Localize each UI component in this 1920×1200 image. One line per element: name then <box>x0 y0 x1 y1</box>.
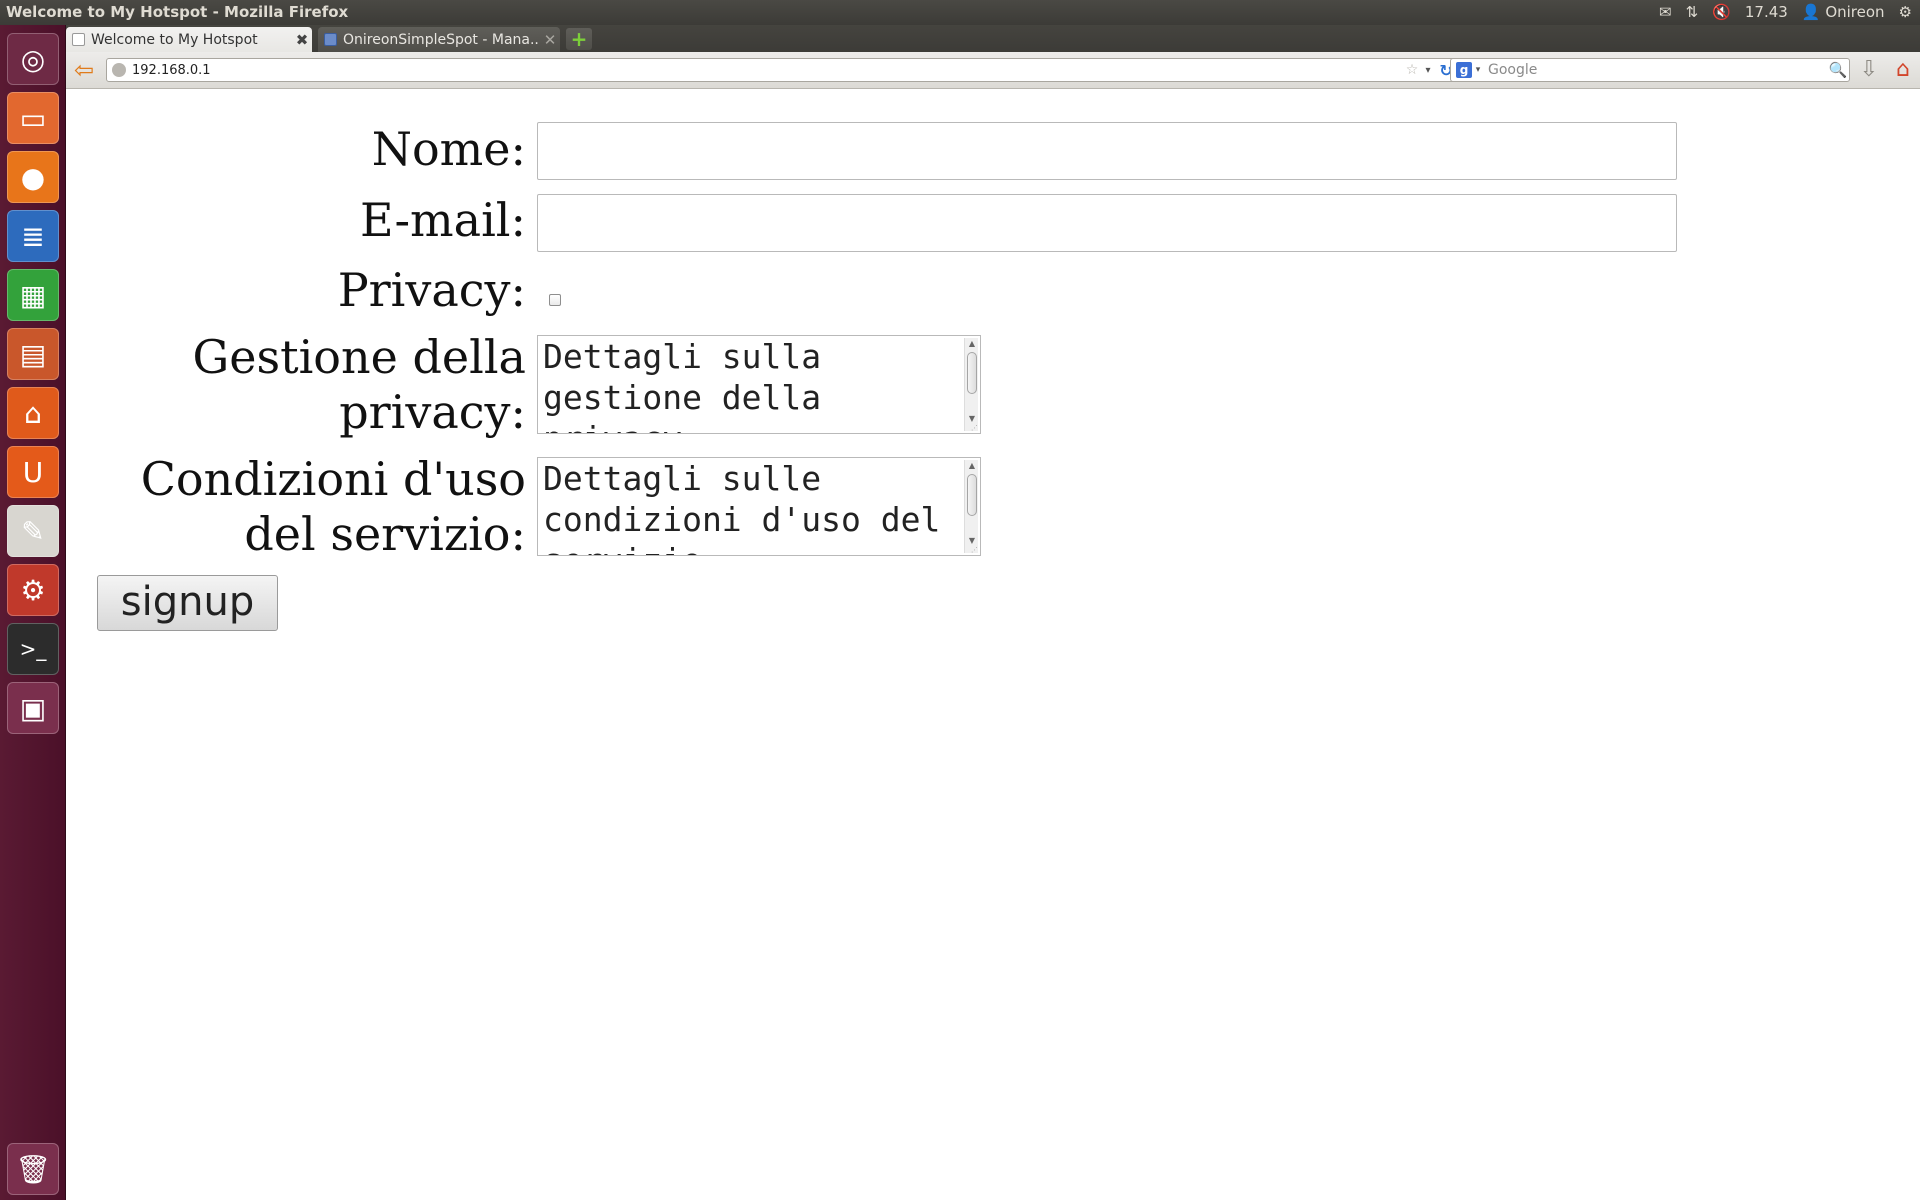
firefox-glyph: ● <box>20 160 46 194</box>
privacy-management-label-line2: privacy: <box>339 385 526 439</box>
terms-label-line2: del servizio: <box>244 507 526 561</box>
scrollbar-thumb[interactable] <box>967 352 977 394</box>
terminal-glyph: >_ <box>19 637 47 661</box>
back-arrow-icon[interactable]: ⇦ <box>70 58 98 84</box>
ubuntu-one-glyph: U <box>22 455 44 489</box>
privacy-management-scrollbar[interactable]: ▲ ▼ <box>964 338 978 431</box>
new-tab-button[interactable]: + <box>566 28 592 50</box>
terms-textarea[interactable]: Dettagli sulle condizioni d'uso del serv… <box>537 457 981 556</box>
search-input[interactable]: Google <box>1484 62 1827 78</box>
software-center-icon[interactable]: ⌂ <box>7 387 59 439</box>
sourceforge-favicon-icon <box>324 33 337 46</box>
dash-home-glyph: ◎ <box>20 42 46 76</box>
terms-scrollbar[interactable]: ▲ ▼ <box>964 460 978 553</box>
launcher: ◎ ▭ ● ≣ ▦ ▤ ⌂ U ✎ ⚙ >_ ▣ 🗑 <box>0 25 66 1200</box>
ubuntu-one-icon[interactable]: U <box>7 446 59 498</box>
privacy-checkbox[interactable] <box>549 294 561 306</box>
network-icon[interactable]: ⇅ <box>1686 3 1699 21</box>
url-text[interactable]: 192.168.0.1 <box>132 63 1403 78</box>
files-icon[interactable]: ▭ <box>7 92 59 144</box>
session-gear-icon[interactable]: ⚙ <box>1899 3 1912 21</box>
libreoffice-writer-icon[interactable]: ≣ <box>7 210 59 262</box>
close-tab-icon[interactable]: ✖ <box>292 31 312 49</box>
downloads-icon[interactable]: ⇩ <box>1856 58 1882 84</box>
email-label: E-mail: <box>360 193 526 247</box>
name-label: Nome: <box>371 122 526 176</box>
user-menu[interactable]: 👤 Onireon <box>1802 3 1885 21</box>
window-title: Welcome to My Hotspot - Mozilla Firefox <box>6 3 349 21</box>
privacy-management-label: Gestione della privacy: <box>106 330 526 440</box>
workspace-switcher-icon[interactable]: ▣ <box>7 682 59 734</box>
tab-strip: Welcome to My Hotspot ✖ OnireonSimpleSpo… <box>66 25 1920 52</box>
mail-icon[interactable]: ✉ <box>1659 3 1672 21</box>
text-editor-icon[interactable]: ✎ <box>7 505 59 557</box>
resize-grip-icon[interactable]: ⋰ <box>971 546 979 554</box>
tab-onireon-simplespot[interactable]: OnireonSimpleSpot - Mana... ✕ <box>318 27 560 52</box>
text-editor-glyph: ✎ <box>21 514 45 548</box>
home-icon[interactable]: ⌂ <box>1890 58 1916 84</box>
terms-text: Dettagli sulle condizioni d'uso del serv… <box>543 459 941 555</box>
user-icon: 👤 <box>1801 3 1821 21</box>
terminal-icon[interactable]: >_ <box>7 623 59 675</box>
close-tab-icon[interactable]: ✕ <box>540 31 560 49</box>
dash-home-icon[interactable]: ◎ <box>7 33 59 85</box>
resize-grip-icon[interactable]: ⋰ <box>971 424 979 432</box>
engine-dropdown-icon[interactable]: ▾ <box>1472 65 1484 75</box>
libreoffice-impress-glyph: ▤ <box>19 337 47 371</box>
tab-welcome-hotspot[interactable]: Welcome to My Hotspot ✖ <box>66 27 312 52</box>
history-dropdown-icon[interactable]: ▾ <box>1421 65 1435 76</box>
firefox-icon[interactable]: ● <box>7 151 59 203</box>
trash-icon[interactable]: 🗑 <box>7 1143 59 1195</box>
tab-label: Welcome to My Hotspot <box>91 31 258 48</box>
google-engine-icon[interactable]: g <box>1456 62 1472 78</box>
user-name: Onireon <box>1825 3 1885 21</box>
url-bar[interactable]: 192.168.0.1 ☆ ▾ ↻ <box>106 58 1458 82</box>
system-settings-icon[interactable]: ⚙ <box>7 564 59 616</box>
files-glyph: ▭ <box>19 101 47 135</box>
privacy-management-text: Dettagli sulla gestione della privacy <box>543 337 822 433</box>
scroll-up-icon[interactable]: ▲ <box>965 460 979 472</box>
privacy-management-label-line1: Gestione della <box>192 330 526 384</box>
system-settings-glyph: ⚙ <box>20 573 46 607</box>
terms-label: Condizioni d'uso del servizio: <box>106 452 526 562</box>
search-bar[interactable]: g ▾ Google 🔍 <box>1450 58 1850 82</box>
page-favicon-icon <box>72 33 85 46</box>
bookmark-star-icon[interactable]: ☆ <box>1403 62 1421 78</box>
indicator-area: ✉ ⇅ 🔇 17.43 👤 Onireon ⚙ <box>1659 3 1912 21</box>
name-field[interactable] <box>537 122 1677 180</box>
navigation-bar: ⇦ 192.168.0.1 ☆ ▾ ↻ g ▾ Google 🔍 ⇩ ⌂ <box>66 52 1920 89</box>
privacy-label: Privacy: <box>337 263 526 317</box>
libreoffice-writer-glyph: ≣ <box>21 219 45 253</box>
software-center-glyph: ⌂ <box>24 396 42 430</box>
workspace-switcher-glyph: ▣ <box>19 691 47 725</box>
tab-label: OnireonSimpleSpot - Mana... <box>343 31 540 48</box>
search-icon[interactable]: 🔍 <box>1827 61 1849 79</box>
libreoffice-impress-icon[interactable]: ▤ <box>7 328 59 380</box>
page-content: Nome: E-mail: Privacy: Gestione della pr… <box>66 90 1920 1200</box>
libreoffice-calc-glyph: ▦ <box>19 278 47 312</box>
scroll-up-icon[interactable]: ▲ <box>965 338 979 350</box>
libreoffice-calc-icon[interactable]: ▦ <box>7 269 59 321</box>
site-identity-icon[interactable] <box>112 63 126 77</box>
signup-button[interactable]: signup <box>97 575 278 631</box>
top-panel: Welcome to My Hotspot - Mozilla Firefox … <box>0 0 1920 25</box>
volume-muted-icon[interactable]: 🔇 <box>1712 3 1731 21</box>
scrollbar-thumb[interactable] <box>967 474 977 516</box>
terms-label-line1: Condizioni d'uso <box>140 452 526 506</box>
email-field[interactable] <box>537 194 1677 252</box>
privacy-management-textarea[interactable]: Dettagli sulla gestione della privacy ▲ … <box>537 335 981 434</box>
clock[interactable]: 17.43 <box>1745 3 1788 21</box>
